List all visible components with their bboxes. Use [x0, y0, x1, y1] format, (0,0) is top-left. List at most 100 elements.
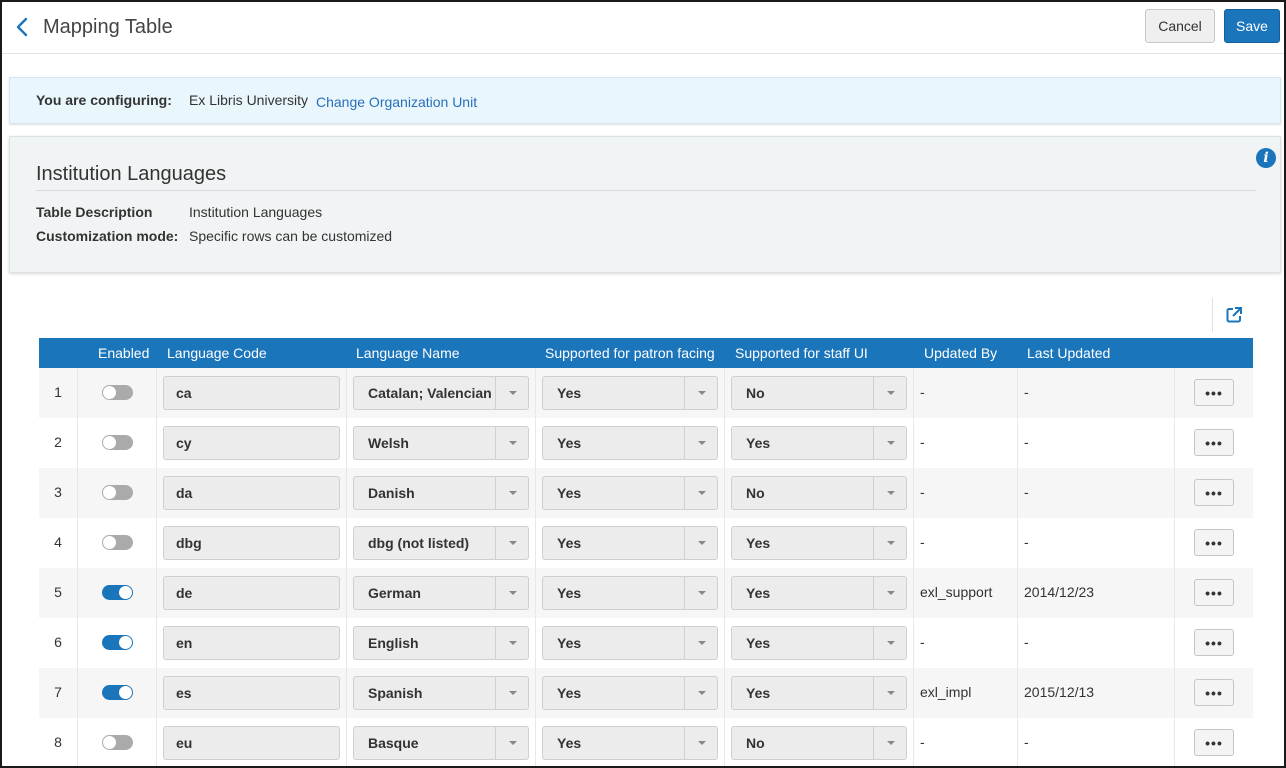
language-code-input[interactable]: dbg	[163, 526, 340, 560]
patron-facing-select[interactable]: Yes	[542, 626, 718, 660]
staff-ui-select[interactable]: No	[731, 476, 907, 510]
select-value: Yes	[746, 435, 771, 451]
cell-divider	[346, 418, 347, 468]
cell-divider	[346, 718, 347, 766]
enabled-toggle[interactable]	[102, 685, 133, 700]
language-code-input[interactable]: da	[163, 476, 340, 510]
header-bar: Mapping Table Cancel Save	[2, 2, 1284, 54]
select-divider	[495, 577, 496, 609]
staff-ui-select[interactable]: No	[731, 376, 907, 410]
language-name-select[interactable]: Basque	[353, 726, 529, 760]
save-button[interactable]: Save	[1224, 9, 1280, 43]
row-number: 3	[54, 484, 62, 500]
select-value: Yes	[746, 535, 771, 551]
patron-facing-select[interactable]: Yes	[542, 576, 718, 610]
language-name-select[interactable]: dbg (not listed)	[353, 526, 529, 560]
caret-down-icon	[509, 741, 517, 745]
external-link-icon[interactable]	[1225, 306, 1243, 324]
patron-facing-select[interactable]: Yes	[542, 726, 718, 760]
change-organization-link[interactable]: Change Organization Unit	[316, 94, 477, 110]
select-value: Danish	[368, 485, 415, 501]
last-updated-value: -	[1024, 634, 1029, 650]
patron-facing-select[interactable]: Yes	[542, 476, 718, 510]
row-actions-button[interactable]: •••	[1194, 479, 1234, 506]
caret-down-icon	[698, 541, 706, 545]
table-row: 7 es Spanish Yes Yes exl_impl 2015/12/13 •••	[39, 668, 1253, 718]
row-actions-button[interactable]: •••	[1194, 429, 1234, 456]
language-code-input[interactable]: cy	[163, 426, 340, 460]
enabled-toggle[interactable]	[102, 585, 133, 600]
select-value: Catalan; Valencian	[368, 385, 492, 401]
enabled-toggle[interactable]	[102, 435, 133, 450]
enabled-toggle[interactable]	[102, 635, 133, 650]
staff-ui-select[interactable]: Yes	[731, 676, 907, 710]
staff-ui-select[interactable]: Yes	[731, 626, 907, 660]
enabled-toggle[interactable]	[102, 385, 133, 400]
column-header-language-code[interactable]: Language Code	[167, 345, 267, 361]
language-code-input[interactable]: eu	[163, 726, 340, 760]
cell-divider	[346, 568, 347, 618]
language-code-input[interactable]: en	[163, 626, 340, 660]
column-header-patron-facing[interactable]: Supported for patron facing	[545, 345, 715, 361]
cell-divider	[156, 568, 157, 618]
staff-ui-select[interactable]: Yes	[731, 576, 907, 610]
enabled-toggle[interactable]	[102, 535, 133, 550]
toggle-knob	[103, 386, 116, 399]
row-actions-button[interactable]: •••	[1194, 629, 1234, 656]
language-name-select[interactable]: Welsh	[353, 426, 529, 460]
select-divider	[873, 477, 874, 509]
language-code-input[interactable]: ca	[163, 376, 340, 410]
select-value: Spanish	[368, 685, 423, 701]
language-name-select[interactable]: Danish	[353, 476, 529, 510]
column-header-staff-ui[interactable]: Supported for staff UI	[735, 345, 868, 361]
patron-facing-select[interactable]: Yes	[542, 676, 718, 710]
row-actions-button[interactable]: •••	[1194, 729, 1234, 756]
info-icon[interactable]: i	[1256, 148, 1276, 168]
cancel-button[interactable]: Cancel	[1145, 9, 1215, 43]
column-header-enabled[interactable]: Enabled	[98, 345, 149, 361]
patron-facing-select[interactable]: Yes	[542, 376, 718, 410]
page-title: Mapping Table	[43, 16, 173, 38]
caret-down-icon	[887, 541, 895, 545]
row-actions-button[interactable]: •••	[1194, 579, 1234, 606]
cell-divider	[346, 618, 347, 668]
enabled-toggle[interactable]	[102, 485, 133, 500]
select-value: No	[746, 485, 765, 501]
cell-divider	[1174, 418, 1175, 468]
language-code-input[interactable]: de	[163, 576, 340, 610]
cell-divider	[77, 668, 78, 718]
cell-divider	[156, 668, 157, 718]
language-code-input[interactable]: es	[163, 676, 340, 710]
column-header-updated-by[interactable]: Updated By	[924, 345, 997, 361]
patron-facing-select[interactable]: Yes	[542, 526, 718, 560]
select-value: dbg (not listed)	[368, 535, 470, 551]
app-frame: Mapping Table Cancel Save You are config…	[0, 0, 1286, 768]
cell-divider	[1174, 368, 1175, 418]
column-header-language-name[interactable]: Language Name	[356, 345, 460, 361]
enabled-toggle[interactable]	[102, 735, 133, 750]
ellipsis-icon: •••	[1205, 534, 1223, 551]
language-name-select[interactable]: Catalan; Valencian	[353, 376, 529, 410]
caret-down-icon	[698, 441, 706, 445]
cell-divider	[535, 618, 536, 668]
row-number: 2	[54, 434, 62, 450]
row-actions-button[interactable]: •••	[1194, 679, 1234, 706]
row-actions-button[interactable]: •••	[1194, 379, 1234, 406]
staff-ui-select[interactable]: No	[731, 726, 907, 760]
table-row: 4 dbg dbg (not listed) Yes Yes - - •••	[39, 518, 1253, 568]
column-header-last-updated[interactable]: Last Updated	[1027, 345, 1110, 361]
language-name-select[interactable]: Spanish	[353, 676, 529, 710]
toggle-knob	[119, 586, 132, 599]
language-name-select[interactable]: German	[353, 576, 529, 610]
staff-ui-select[interactable]: Yes	[731, 526, 907, 560]
patron-facing-select[interactable]: Yes	[542, 426, 718, 460]
row-actions-button[interactable]: •••	[1194, 529, 1234, 556]
back-button[interactable]	[10, 14, 34, 40]
select-value: No	[746, 385, 765, 401]
select-divider	[684, 677, 685, 709]
cell-divider	[535, 718, 536, 766]
ellipsis-icon: •••	[1205, 384, 1223, 401]
cell-divider	[1017, 618, 1018, 668]
staff-ui-select[interactable]: Yes	[731, 426, 907, 460]
language-name-select[interactable]: English	[353, 626, 529, 660]
